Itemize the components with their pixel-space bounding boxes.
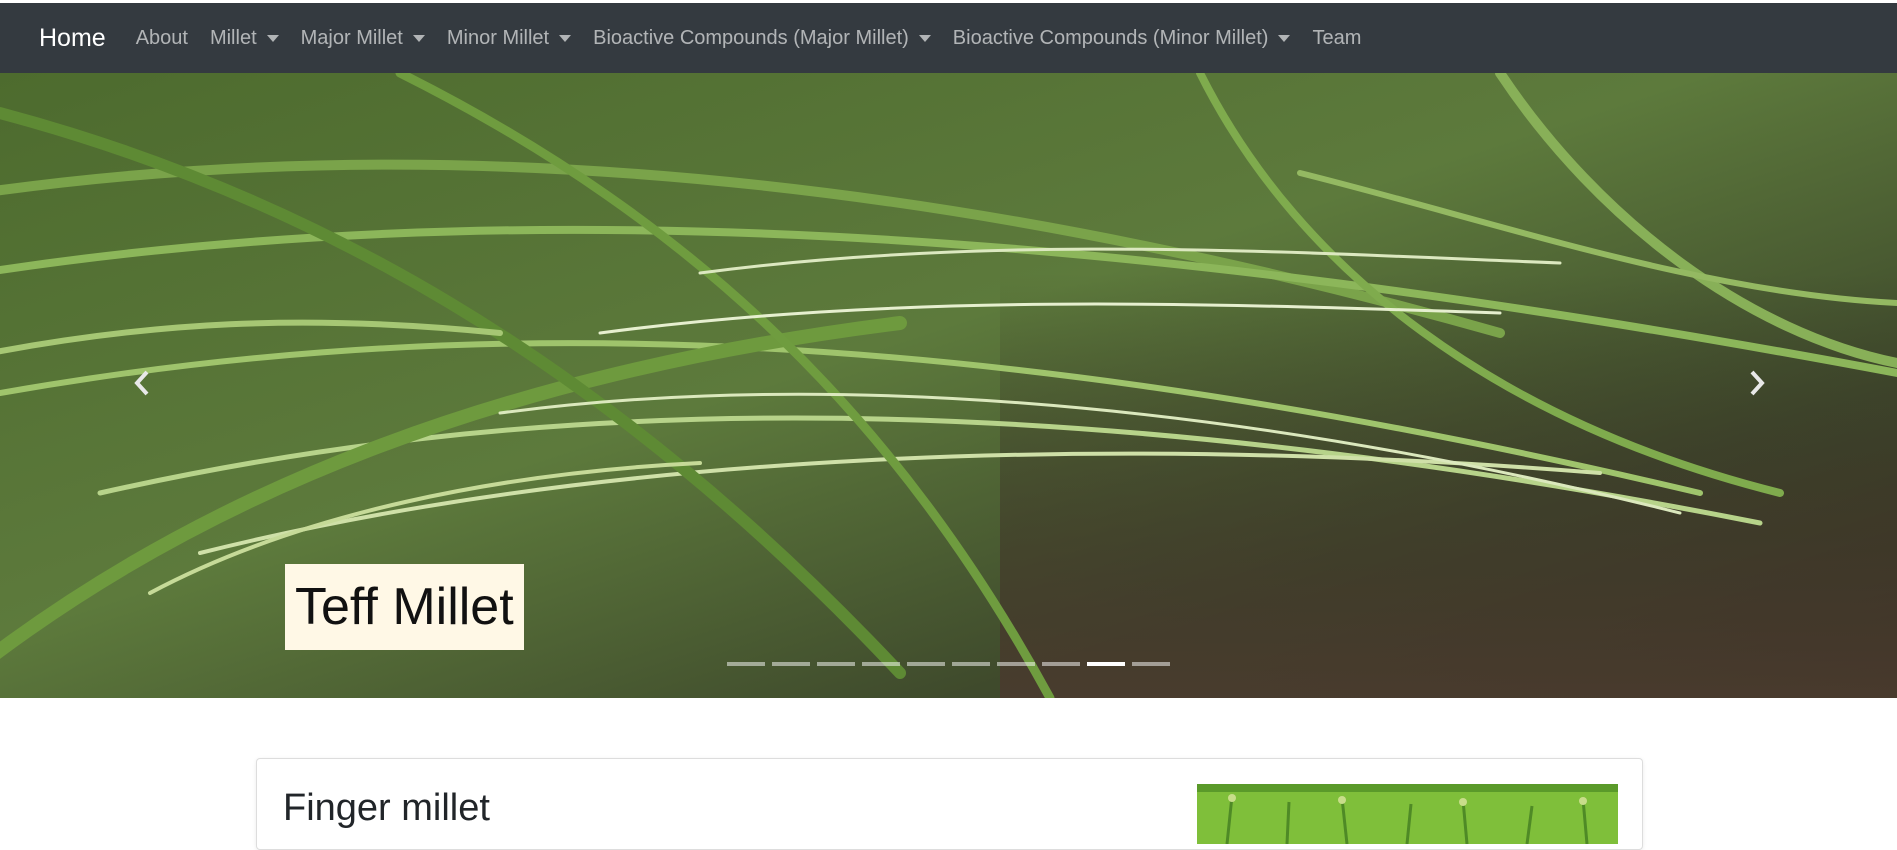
nav-home-link[interactable]: Home <box>39 24 106 53</box>
hero-carousel: Teff Millet <box>0 73 1897 698</box>
nav-major-millet-dropdown[interactable]: Major Millet <box>301 27 425 50</box>
nav-major-millet-label: Major Millet <box>300 26 403 49</box>
top-navbar: Home About Millet Major Millet Minor Mil… <box>0 3 1897 73</box>
carousel-indicators <box>727 662 1177 666</box>
carousel-caption: Teff Millet <box>285 564 524 650</box>
carousel-indicator[interactable] <box>907 662 945 666</box>
caret-down-icon <box>1278 34 1291 42</box>
nav-team-link[interactable]: Team <box>1312 27 1361 50</box>
caret-down-icon <box>412 34 425 42</box>
millet-card: Finger millet <box>256 758 1643 850</box>
caret-down-icon <box>266 34 279 42</box>
nav-bioactive-major-dropdown[interactable]: Bioactive Compounds (Major Millet) <box>593 27 931 50</box>
carousel-indicator[interactable] <box>862 662 900 666</box>
carousel-indicator[interactable] <box>997 662 1035 666</box>
nav-about-label: About <box>135 26 188 49</box>
carousel-indicator-active[interactable] <box>1087 662 1125 666</box>
chevron-left-icon <box>134 370 149 396</box>
carousel-indicator[interactable] <box>952 662 990 666</box>
carousel-indicator[interactable] <box>1042 662 1080 666</box>
carousel-next-button[interactable] <box>1737 363 1777 403</box>
card-title: Finger millet <box>283 787 490 829</box>
carousel-prev-button[interactable] <box>122 363 162 403</box>
nav-team-label: Team <box>1312 26 1362 49</box>
chevron-right-icon <box>1750 370 1765 396</box>
nav-bioactive-minor-label: Bioactive Compounds (Minor Millet) <box>952 26 1269 49</box>
nav-millet-label: Millet <box>209 26 257 49</box>
finger-millet-image <box>1197 784 1618 844</box>
carousel-indicator[interactable] <box>1132 662 1170 666</box>
caret-down-icon <box>559 34 572 42</box>
nav-minor-millet-dropdown[interactable]: Minor Millet <box>446 26 572 50</box>
carousel-indicator[interactable] <box>817 662 855 666</box>
nav-about-link[interactable]: About <box>136 27 188 50</box>
nav-millet-dropdown[interactable]: Millet <box>210 27 279 50</box>
caret-down-icon <box>918 34 931 42</box>
nav-bioactive-minor-dropdown[interactable]: Bioactive Compounds (Minor Millet) <box>953 27 1291 50</box>
nav-minor-millet-label: Minor Millet <box>446 26 550 49</box>
carousel-indicator[interactable] <box>727 662 765 666</box>
carousel-indicator[interactable] <box>772 662 810 666</box>
nav-bioactive-major-label: Bioactive Compounds (Major Millet) <box>593 26 909 49</box>
